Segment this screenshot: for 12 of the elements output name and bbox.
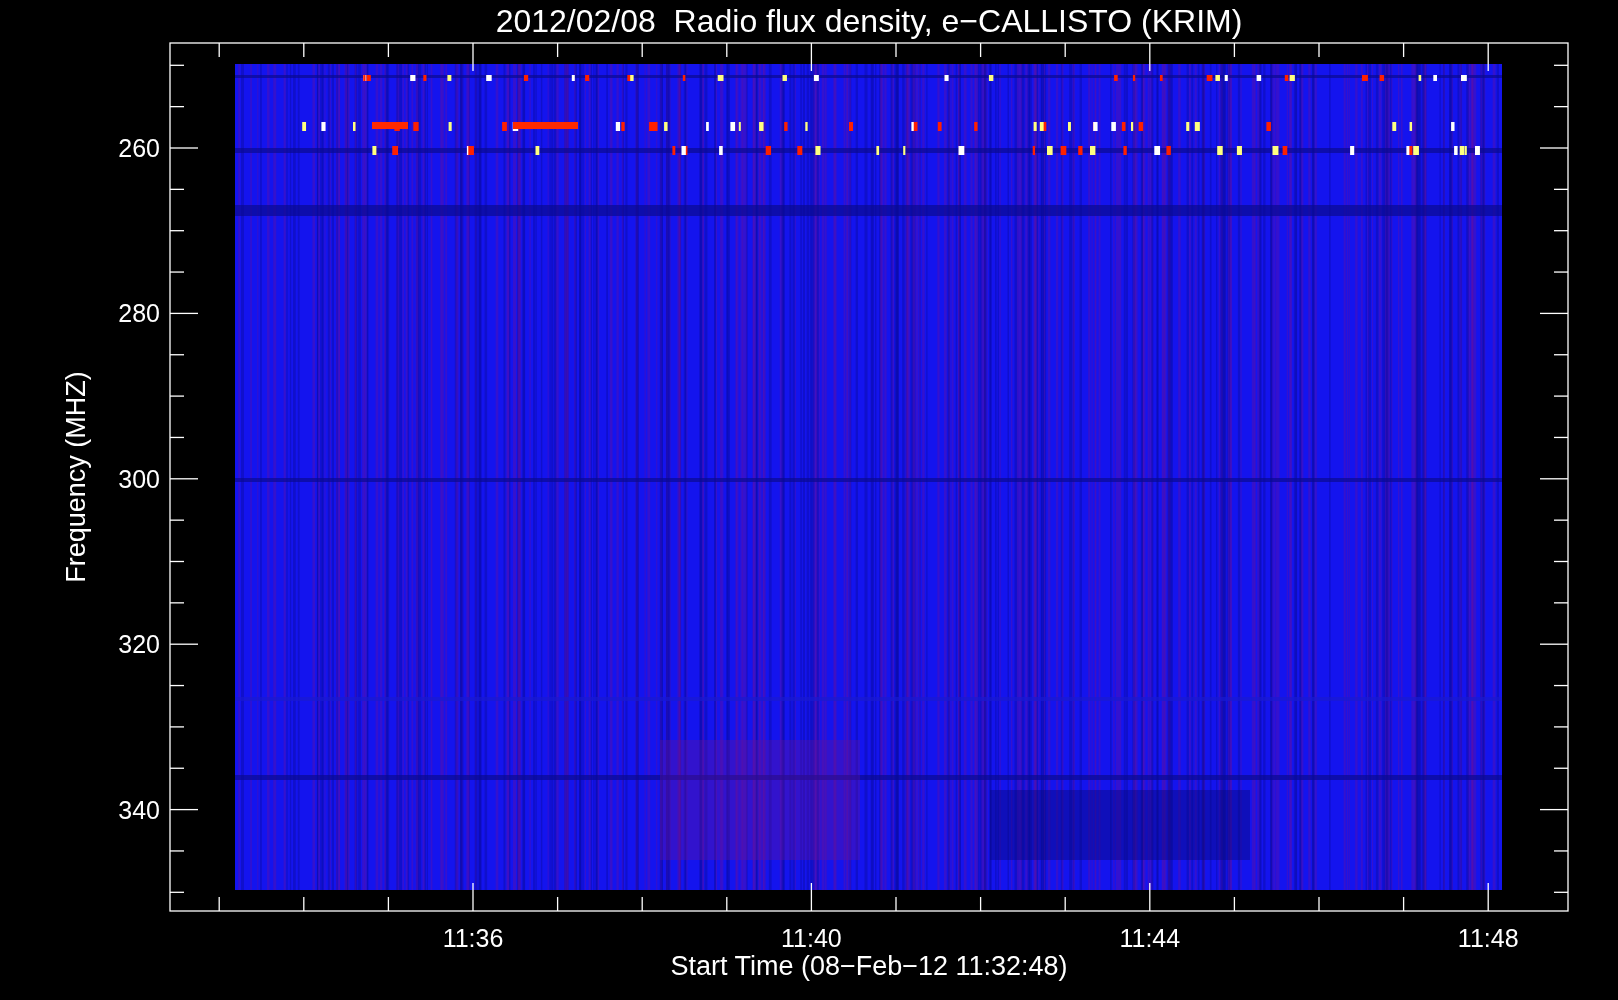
y-tick-label: 340 [118, 795, 160, 824]
y-tick-label: 260 [118, 134, 160, 162]
x-tick-label: 11:40 [781, 924, 842, 952]
y-tick-label: 320 [118, 630, 160, 659]
x-axis-title: Start Time (08−Feb−12 11:32:48) [670, 951, 1068, 981]
x-tick-label: 11:44 [1119, 924, 1181, 952]
x-tick-label: 11:36 [442, 924, 504, 952]
y-tick-label: 300 [118, 464, 160, 493]
y-tick-label: 280 [118, 299, 160, 328]
x-tick-label: 11:48 [1457, 924, 1519, 952]
chart-title: 2012/02/08 Radio flux density, e−CALLISTO (KRIM) [495, 3, 1243, 39]
y-axis-title: Frequency (MHZ) [61, 371, 91, 583]
